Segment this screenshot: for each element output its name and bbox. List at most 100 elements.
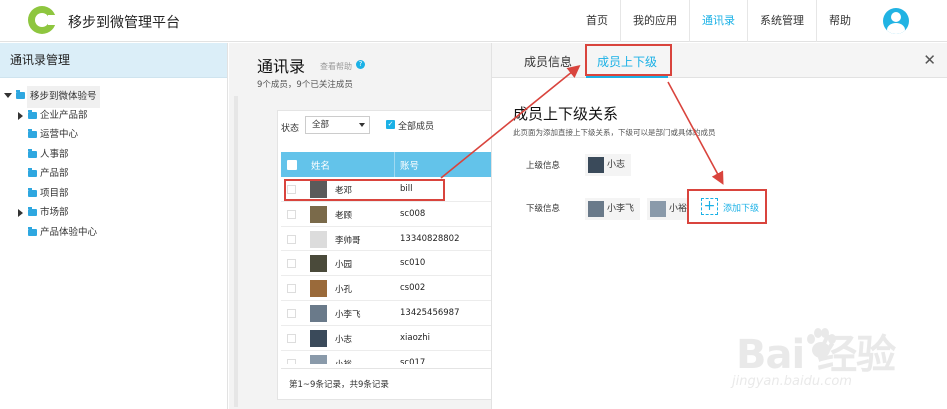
relation-description: 此页面为添加直接上下级关系，下级可以是部门或具体的成员 (513, 128, 716, 137)
row-checkbox[interactable] (287, 358, 296, 364)
row-checkbox[interactable] (287, 259, 296, 269)
row-checkbox[interactable] (287, 284, 296, 294)
close-icon[interactable]: ✕ (923, 51, 936, 69)
tree-item-project[interactable]: 项目部 (0, 184, 227, 204)
folder-icon (28, 207, 37, 216)
member-avatar (310, 230, 327, 248)
tab-member-info[interactable]: 成员信息 (524, 53, 572, 70)
member-avatar (310, 181, 327, 198)
nav-my-apps[interactable]: 我的应用 (621, 0, 690, 42)
select-all-checkbox[interactable] (287, 160, 297, 170)
folder-icon (28, 148, 37, 158)
row-checkbox[interactable] (287, 185, 296, 194)
tree-item-product[interactable]: 产品部 (0, 164, 227, 184)
tree-item-marketing[interactable]: 市场部 (0, 203, 227, 223)
member-avatar (588, 201, 604, 217)
tree-item-label: 移步到微体验号 (27, 86, 100, 108)
member-avatar (650, 201, 666, 217)
folder-icon (16, 90, 25, 99)
subordinate-chip[interactable]: 小裕 (647, 198, 687, 220)
column-header-account: 账号 (400, 161, 420, 172)
member-avatar (588, 157, 604, 173)
tree-item-experience-center[interactable]: 产品体验中心 (0, 223, 227, 243)
folder-icon (28, 187, 37, 197)
row-checkbox[interactable] (287, 333, 296, 343)
user-avatar[interactable] (883, 8, 909, 34)
member-avatar (310, 205, 327, 223)
paw-icon (807, 328, 836, 358)
contacts-panel: 通讯录 查看帮助 ? 9个成员，9个已关注成员 状态 全部 ✓ 全部成员 姓名 … (229, 43, 492, 409)
column-divider (394, 152, 395, 177)
nav-help[interactable]: 帮助 (817, 0, 863, 42)
table-row[interactable]: 小园 sc010 (281, 251, 492, 277)
column-header-name: 姓名 (311, 161, 331, 172)
top-header: 移步到微管理平台 首页 我的应用 通讯录 系统管理 帮助 (0, 0, 947, 42)
add-subordinate-label: 添加下级 (723, 204, 760, 214)
tree-item-label: 产品体验中心 (40, 226, 98, 238)
row-checkbox[interactable] (287, 234, 296, 244)
member-account: xiaozhi (400, 332, 431, 343)
main-nav: 首页 我的应用 通讯录 系统管理 帮助 (574, 0, 863, 42)
panel-scrollbar[interactable] (234, 96, 238, 407)
member-name: 老顾 (335, 210, 353, 221)
tree-item-label: 市场部 (40, 207, 69, 218)
table-row[interactable]: 李帅哥 13340828802 (281, 227, 492, 252)
tree-item-operations[interactable]: 运营中心 (0, 125, 227, 145)
nav-system-admin[interactable]: 系统管理 (748, 0, 817, 42)
member-name: 小裕 (335, 358, 352, 364)
member-avatar (310, 255, 327, 273)
expand-right-icon[interactable] (18, 209, 23, 217)
tree-item-label: 项目部 (40, 187, 69, 199)
add-subordinate-button[interactable]: + 添加下级 (687, 189, 767, 224)
superior-chip[interactable]: 小志 (585, 154, 632, 176)
member-name: 小园 (335, 260, 353, 271)
nav-contacts[interactable]: 通讯录 (690, 0, 748, 42)
row-checkbox[interactable] (287, 308, 296, 318)
watermark: Bai 经验 jingyan.baidu.com (726, 318, 932, 403)
member-name: 小孔 (335, 285, 353, 296)
subordinate-chip[interactable]: 小李飞 (585, 198, 641, 220)
member-name: 小李飞 (335, 309, 361, 320)
page-title: 通讯录 (257, 57, 306, 76)
highlight-box-tab (585, 44, 672, 76)
table-row[interactable]: 小裕 sc017 (281, 351, 492, 364)
member-avatar (310, 354, 327, 364)
help-link[interactable]: 查看帮助 (320, 61, 352, 72)
help-icon[interactable]: ? (356, 60, 365, 69)
row-checkbox[interactable] (287, 209, 296, 219)
all-members-checkbox[interactable]: ✓ (386, 120, 395, 129)
app-title: 移步到微管理平台 (68, 15, 180, 31)
member-account: 13340828802 (400, 233, 460, 244)
folder-icon (28, 226, 37, 236)
subordinate-name: 小裕 (669, 204, 687, 214)
table-row[interactable]: 小李飞 13425456987 (281, 301, 492, 326)
sidebar: 通讯录管理 移步到微体验号 企业产品部 运营中心 人事部 产品部 项目部 市场部… (0, 43, 228, 409)
nav-home[interactable]: 首页 (574, 0, 621, 42)
status-select[interactable]: 全部 (305, 116, 370, 134)
table-row[interactable]: 老邓 bill (281, 177, 492, 202)
table-row[interactable]: 小孔 cs002 (281, 276, 492, 301)
member-name: 李帅哥 (335, 235, 361, 246)
tree-item-enterprise-product[interactable]: 企业产品部 (0, 106, 227, 126)
tree-item-hr[interactable]: 人事部 (0, 145, 227, 165)
member-account: 13425456987 (400, 307, 460, 318)
table-row[interactable]: 小志 xiaozhi (281, 326, 492, 351)
tree-item-root[interactable]: 移步到微体验号 (0, 86, 227, 108)
table-header: 姓名 账号 (281, 152, 492, 177)
expand-right-icon[interactable] (18, 111, 23, 120)
relation-title: 成员上下级关系 (513, 105, 619, 123)
superior-name: 小志 (607, 160, 626, 170)
folder-icon (28, 129, 37, 138)
status-label: 状态 (281, 124, 300, 134)
tree-item-label: 运营中心 (40, 129, 79, 140)
member-account: bill (400, 184, 413, 194)
member-name: 老邓 (335, 186, 353, 196)
expand-down-icon[interactable] (4, 93, 12, 98)
pagination-info: 第1~9条记录，共9条记录 (281, 368, 492, 401)
active-tab-indicator (586, 76, 668, 78)
tree-item-label: 产品部 (40, 168, 69, 179)
member-rows: 老邓 bill 老顾 sc008 李帅哥 13340828802 小园 sc01… (281, 177, 492, 364)
tree-item-label: 企业产品部 (40, 109, 88, 121)
watermark-url: jingyan.baidu.com (732, 374, 852, 389)
table-row[interactable]: 老顾 sc008 (281, 202, 492, 227)
